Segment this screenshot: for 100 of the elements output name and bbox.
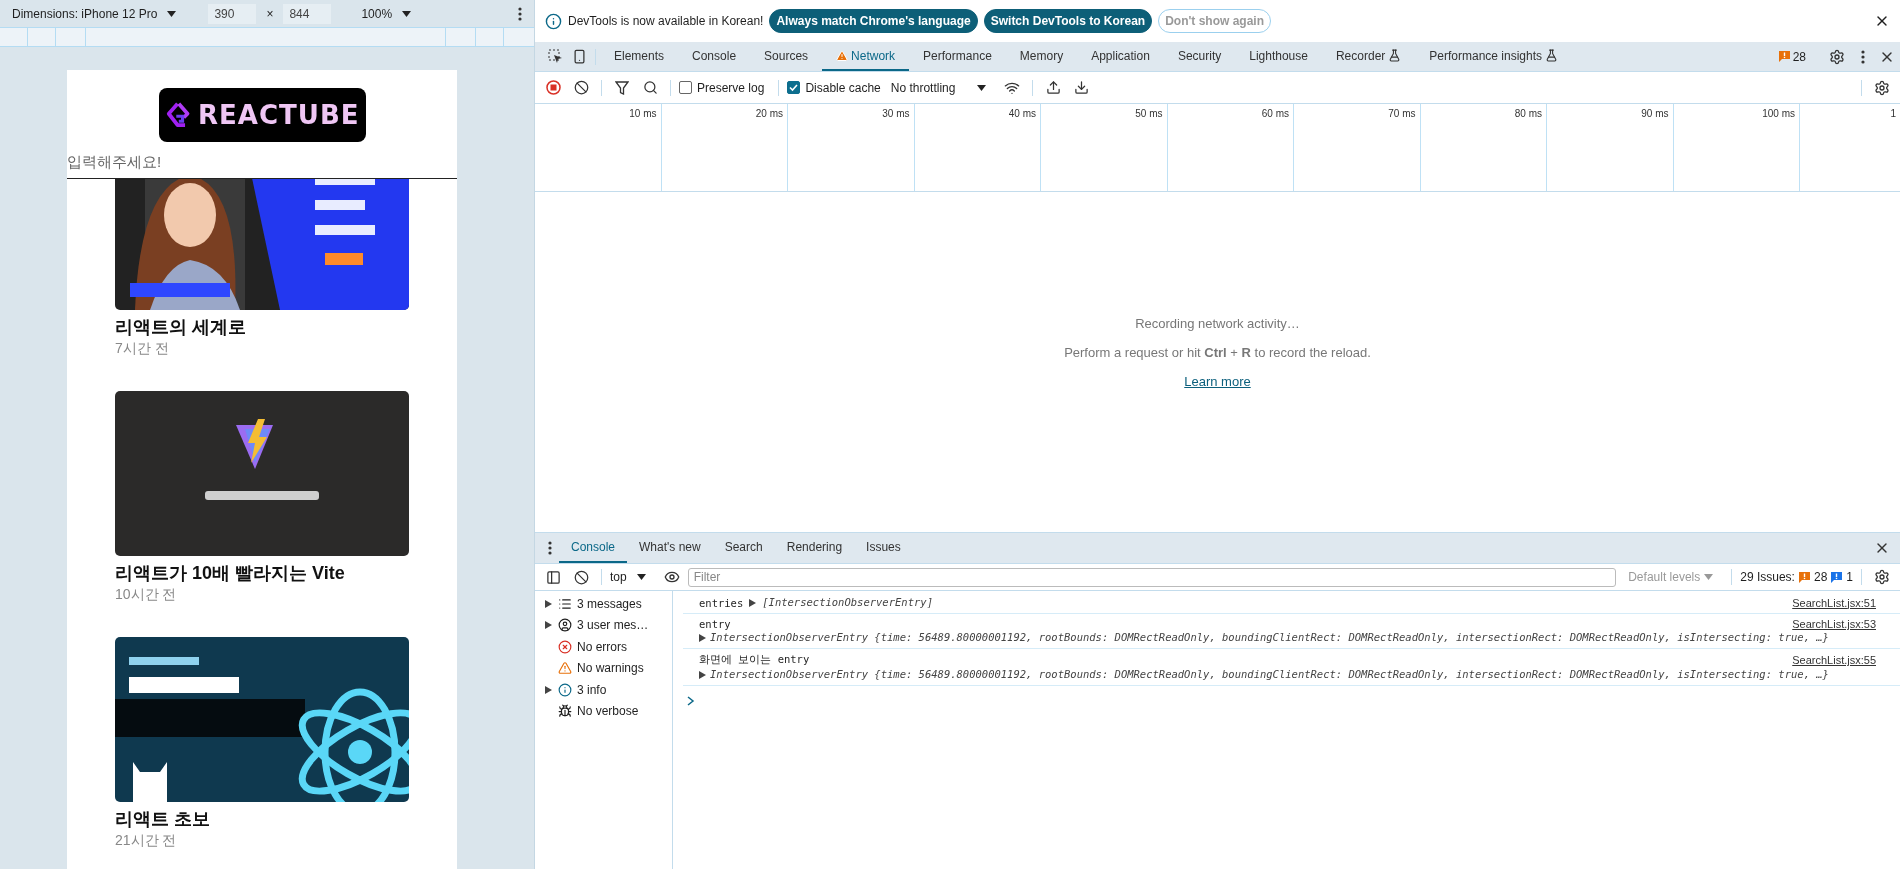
panel-tab[interactable]: Elements [600,42,679,71]
tick-label: 60 ms [1261,108,1289,119]
zoom-dropdown[interactable]: 100% [361,6,393,21]
source-link[interactable]: SearchList.jsx:55 [1792,654,1876,666]
issues-label[interactable]: 29 Issues: [1740,570,1795,584]
learn-more-link[interactable]: Learn more [1184,373,1251,389]
issues-icon [1779,51,1791,62]
sidebar-item[interactable]: 3 messages [535,593,672,615]
context-dropdown[interactable]: top [610,570,646,584]
expand-caret-icon[interactable] [749,598,757,607]
info-icon [558,682,572,697]
video-time: 7시간 전 [115,339,170,358]
video-title[interactable]: 리액트의 세계로 [115,316,457,338]
tick-label: 10 ms [629,108,657,119]
warning-icon [836,49,849,62]
download-icon[interactable] [1073,80,1089,95]
empty-title: Recording network activity… [1135,315,1300,331]
sidebar-item[interactable]: No errors [535,636,672,658]
device-dropdown[interactable]: Dimensions: iPhone 12 Pro [12,6,158,21]
panel-tab[interactable]: Lighthouse [1235,42,1322,71]
infobar-button[interactable]: Switch DevTools to Korean [983,9,1153,33]
video-title[interactable]: 리액트가 10배 빨라지는 Vite [115,562,457,584]
source-link[interactable]: SearchList.jsx:51 [1792,596,1876,609]
caret-icon[interactable] [402,10,412,17]
stop-recording-icon[interactable] [545,80,561,95]
panel-tab[interactable]: Performance [909,42,1006,71]
source-link[interactable]: SearchList.jsx:53 [1792,618,1876,630]
more-icon[interactable] [548,541,552,555]
video-title[interactable]: 리액트 초보 [115,808,457,830]
panel-tab[interactable]: Memory [1005,42,1078,71]
expand-caret-icon[interactable] [545,599,552,608]
tick-label: 90 ms [1641,108,1669,119]
tick-label: 50 ms [1135,108,1163,119]
sidebar-item[interactable]: 3 user mes… [535,614,672,636]
tick-label: 1 [1890,108,1896,119]
height-field[interactable]: 844 [283,3,332,24]
times-sign: × [266,6,274,21]
expand-caret-icon[interactable] [545,621,552,630]
panel-tab[interactable]: Security [1163,42,1236,71]
user-icon [558,618,572,633]
filter-icon[interactable] [615,80,629,95]
tick-label: 20 ms [755,108,783,119]
filter-field[interactable]: Filter [687,567,1617,587]
tick-label: 70 ms [1388,108,1416,119]
log-object[interactable]: IntersectionObserverEntry {time: 56489.80000001192, rootBounds: DOMRectReadOnly, boundingClientRect: DOMRectReadOnly, intersectionRect: DOMRectReadOnly, isIntersecting: true, …} [710,630,1829,645]
log-text: 화면에 보이는 entry [699,653,810,667]
more-icon[interactable] [518,6,522,21]
drawer-tab[interactable]: Rendering [774,533,855,563]
expand-caret-icon[interactable] [699,634,706,642]
search-icon[interactable] [642,80,658,95]
settings-icon[interactable] [1874,569,1890,585]
inspect-icon[interactable] [547,49,563,64]
eye-icon[interactable] [663,569,680,585]
flask-icon [1545,49,1559,62]
panel-tab[interactable]: Recorder [1321,42,1416,71]
sidebar-item[interactable]: No verbose [535,700,672,722]
upload-icon[interactable] [1045,80,1061,95]
clear-icon[interactable] [573,569,589,585]
device-icon[interactable] [571,49,587,64]
drawer-tab[interactable]: Issues [854,533,913,563]
tick-label: 40 ms [1008,108,1036,119]
throttling-dropdown[interactable]: No throttling [890,80,987,95]
issues-count[interactable]: 28 [1792,49,1806,64]
preserve-log-checkbox[interactable]: Preserve log [679,80,765,95]
drawer-tab[interactable]: What's new [627,533,713,563]
dropdown-caret-icon [977,84,987,91]
warning-issues-icon [1798,571,1810,583]
width-field[interactable]: 390 [208,3,257,24]
disable-cache-checkbox[interactable]: Disable cache [787,80,881,95]
clear-icon[interactable] [573,80,589,95]
warning-icon [558,661,572,676]
panel-tab[interactable]: Performance insights [1415,42,1573,71]
info-icon [545,12,562,30]
tick-label: 30 ms [882,108,910,119]
bug-icon [558,704,572,719]
video-time: 10시간 전 [115,585,178,604]
settings-icon[interactable] [1874,79,1890,96]
flask-icon [1388,49,1402,62]
expand-caret-icon[interactable] [545,685,552,694]
drawer-tab[interactable]: Search [712,533,775,563]
check-icon [789,83,799,92]
expand-caret-icon[interactable] [699,671,706,679]
panel-tab[interactable]: Application [1077,42,1164,71]
log-object[interactable]: IntersectionObserverEntry {time: 56489.80000001192, rootBounds: DOMRectReadOnly, boundingClientRect: DOMRectReadOnly, intersectionRect: DOMRectReadOnly, isIntersecting: true, …} [710,667,1829,682]
sidebar-item[interactable]: No warnings [535,657,672,679]
info-issues-icon [1831,571,1843,583]
warning-count: 28 [1813,570,1828,584]
caret-icon[interactable] [167,10,177,17]
more-icon[interactable] [1861,49,1865,64]
sidebar-toggle-icon[interactable] [545,569,561,585]
panel-tab[interactable]: Console [678,42,751,71]
tick-label: 100 ms [1762,108,1795,119]
settings-icon[interactable] [1829,48,1845,65]
sidebar-item[interactable]: 3 info [535,679,672,701]
logo-text: REACTUBE [198,100,360,130]
infobar-button[interactable]: Always match Chrome's language [769,9,978,33]
prompt-icon[interactable] [687,696,695,706]
log-value[interactable]: [IntersectionObserverEntry] [762,595,933,610]
dropdown-caret-icon [636,574,646,580]
panel-tab[interactable]: Sources [750,42,823,71]
